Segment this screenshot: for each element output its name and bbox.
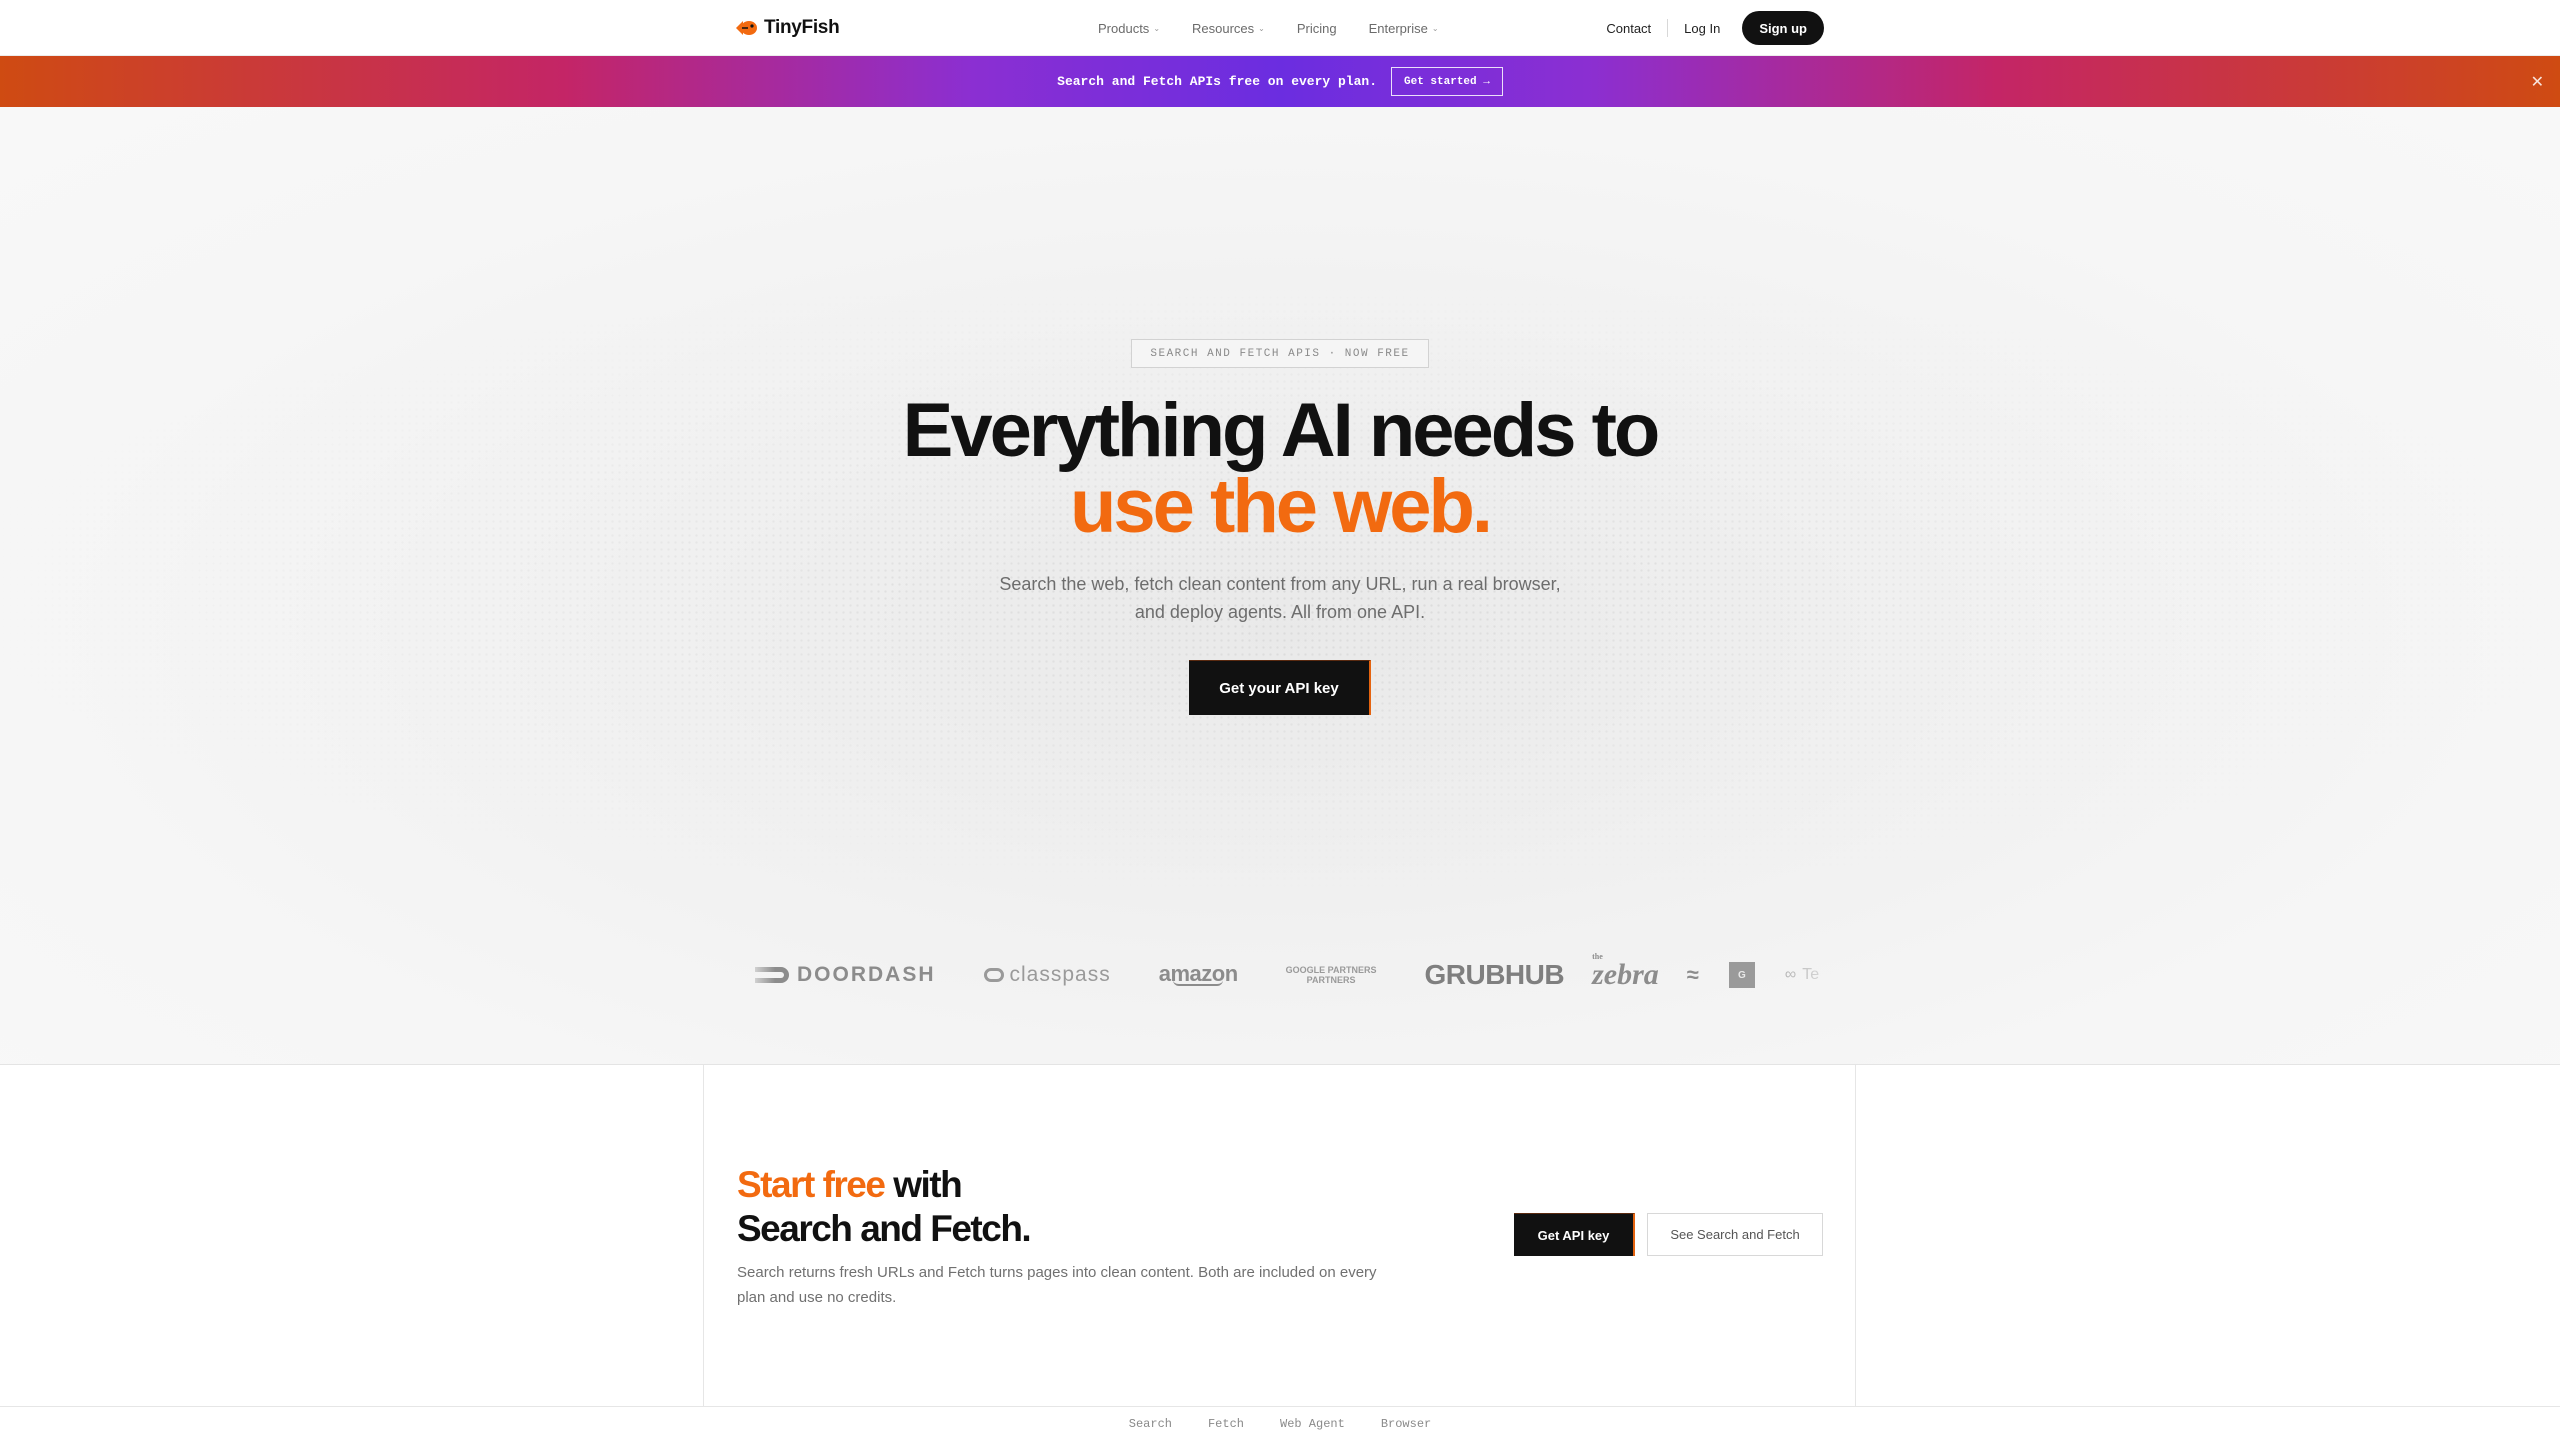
start-free-actions: Get API key See Search and Fetch	[1514, 1213, 1823, 1256]
contact-link[interactable]: Contact	[1606, 21, 1651, 36]
nav-pricing-label: Pricing	[1296, 20, 1337, 36]
classpass-wordmark: classpass	[1009, 963, 1111, 986]
start-free-description: Search returns fresh URLs and Fetch turn…	[737, 1264, 1377, 1306]
classpass-mark-icon	[983, 968, 1004, 982]
nav-products-label: Products	[1098, 20, 1150, 36]
partial-logo-text: Te	[1802, 966, 1820, 983]
banner-text: Search and Fetch APIs free on every plan…	[1057, 74, 1378, 89]
hero-subtext: Search the web, fetch clean content from…	[0, 570, 2560, 626]
top-nav: TinyFish Products ⌄ Resources ⌄ Pricing …	[0, 0, 2560, 56]
tab-browser[interactable]: Browser	[1381, 1417, 1431, 1431]
partial-logo-icon: ∞	[1784, 966, 1797, 983]
login-link[interactable]: Log In	[1684, 21, 1720, 36]
fish-logo-icon	[736, 21, 757, 35]
start-free-section: Start free with Search and Fetch. Search…	[0, 1065, 2560, 1406]
nav-inner: TinyFish Products ⌄ Resources ⌄ Pricing …	[734, 0, 1824, 56]
nav-pricing[interactable]: Pricing	[1297, 21, 1337, 36]
tab-fetch[interactable]: Fetch	[1208, 1417, 1244, 1431]
hero-headline: Everything AI needs to use the web.	[0, 393, 2560, 545]
subtext-line-2: and deploy agents. All from one API.	[1134, 602, 1426, 622]
classpass-logo: classpass	[983, 963, 1111, 987]
wave-logo-icon: ≈	[1686, 962, 1699, 987]
signup-button[interactable]: Sign up	[1742, 11, 1824, 45]
promo-banner: Search and Fetch APIs free on every plan…	[0, 56, 2560, 107]
amazon-logo: amazon	[1159, 963, 1238, 986]
title-rest: with	[884, 1164, 962, 1205]
nav-products[interactable]: Products ⌄	[1098, 21, 1160, 36]
get-api-key-button-secondary[interactable]: Get API key	[1514, 1213, 1635, 1256]
start-free-title: Start free with Search and Fetch.	[737, 1163, 1032, 1251]
see-search-and-fetch-button[interactable]: See Search and Fetch	[1647, 1213, 1823, 1256]
grubhub-logo: GRUBHUB	[1424, 959, 1565, 990]
zebra-the-text: the	[1592, 952, 1603, 961]
zebra-wordmark: zebra	[1592, 958, 1659, 991]
subtext-line-1: Search the web, fetch clean content from…	[999, 574, 1561, 594]
partial-logo: ∞ Te	[1785, 966, 1819, 984]
nav-divider	[1667, 19, 1669, 37]
box-logo-icon: G	[1728, 962, 1755, 988]
title-line-2: Search and Fetch.	[737, 1208, 1032, 1249]
nav-enterprise-label: Enterprise	[1368, 20, 1428, 36]
partners-bottom-text: PARTNERS	[1306, 975, 1356, 985]
tab-web-agent[interactable]: Web Agent	[1280, 1417, 1345, 1431]
headline-line-2: use the web.	[1069, 464, 1493, 549]
start-free-container: Start free with Search and Fetch. Search…	[703, 1065, 1856, 1406]
partners-logo: GOOGLE PARTNERS PARTNERS	[1286, 965, 1377, 985]
get-api-key-button[interactable]: Get your API key	[1189, 660, 1371, 715]
nav-links: Products ⌄ Resources ⌄ Pricing Enterpris…	[1098, 21, 1439, 36]
partners-top-text: GOOGLE PARTNERS	[1285, 965, 1377, 975]
headline-line-1: Everything AI needs to	[902, 388, 1661, 473]
logo[interactable]: TinyFish	[734, 17, 840, 39]
title-accent: Start free	[737, 1164, 886, 1205]
chevron-down-icon: ⌄	[1153, 23, 1161, 33]
hero-section: SEARCH AND FETCH APIS · NOW FREE Everyth…	[0, 107, 2560, 1065]
nav-enterprise[interactable]: Enterprise ⌄	[1369, 21, 1439, 36]
amazon-smile-icon	[1173, 980, 1224, 986]
customer-logos: DOORDASH classpass amazon GOOGLE PARTNER…	[745, 950, 1855, 1000]
product-tabs: Search Fetch Web Agent Browser	[0, 1406, 2560, 1440]
banner-get-started-button[interactable]: Get started →	[1391, 67, 1503, 96]
chevron-down-icon: ⌄	[1258, 23, 1265, 33]
logo-text: TinyFish	[764, 17, 840, 38]
chevron-down-icon: ⌄	[1431, 23, 1439, 33]
doordash-mark-icon	[755, 967, 789, 983]
hero-eyebrow: SEARCH AND FETCH APIS · NOW FREE	[1131, 339, 1429, 368]
doordash-logo: DOORDASH	[755, 963, 936, 987]
doordash-wordmark: DOORDASH	[797, 963, 936, 986]
zebra-logo: the zebra	[1592, 952, 1659, 992]
nav-resources[interactable]: Resources ⌄	[1192, 21, 1265, 36]
tab-search[interactable]: Search	[1129, 1417, 1172, 1431]
nav-actions: Contact Log In Sign up	[1606, 11, 1824, 45]
nav-resources-label: Resources	[1192, 20, 1255, 36]
close-icon[interactable]: ✕	[2531, 72, 2544, 92]
